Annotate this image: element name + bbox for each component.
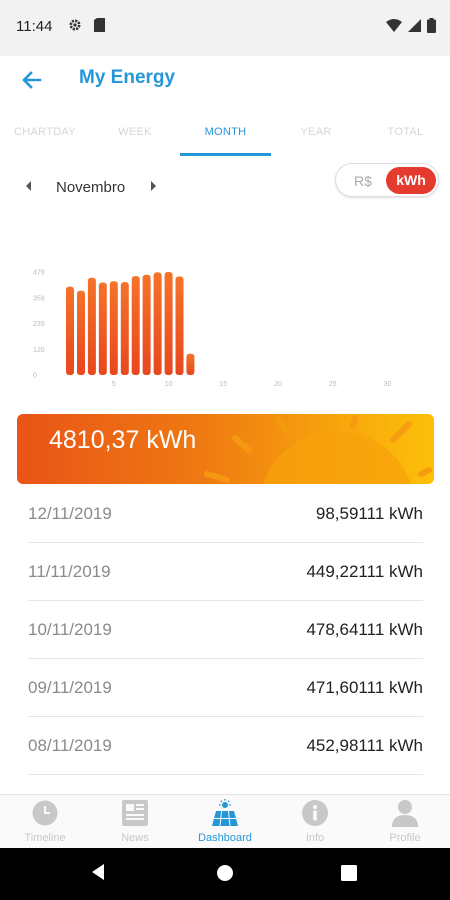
- page-title: My Energy: [79, 67, 176, 88]
- list-item[interactable]: 10/11/2019 478,64111 kWh: [28, 601, 423, 659]
- nav-label: Dashboard: [198, 832, 252, 844]
- list-item-date: 12/11/2019: [28, 504, 112, 523]
- square-recents-icon: [341, 865, 357, 881]
- system-back-button[interactable]: [89, 862, 107, 887]
- circle-home-icon: [217, 865, 233, 881]
- chart-bar: [109, 281, 118, 375]
- chart-bar: [98, 282, 107, 375]
- status-bar: 11:44: [0, 0, 450, 56]
- list-item-date: 09/11/2019: [28, 678, 112, 697]
- clock-icon: [32, 800, 58, 826]
- info-icon: [302, 800, 328, 826]
- monthly-energy-chart: 479 359 239 120 0 5 10 15 20 25 30: [0, 255, 450, 395]
- nav-item-timeline[interactable]: Timeline: [0, 795, 90, 849]
- chart-bar: [131, 276, 140, 375]
- nav-label: News: [121, 832, 149, 844]
- list-item[interactable]: 11/11/2019 449,22111 kWh: [28, 543, 423, 601]
- list-item[interactable]: 09/11/2019 471,60111 kWh: [28, 659, 423, 717]
- chart-bar: [87, 277, 96, 375]
- y-tick-label: 120: [33, 347, 45, 354]
- chart-bar: [142, 274, 151, 375]
- list-item-value: 452,98111 kWh: [306, 736, 423, 755]
- tab-total[interactable]: TOTAL: [361, 118, 450, 158]
- previous-month-button[interactable]: [22, 178, 36, 194]
- list-item-date: 08/11/2019: [28, 736, 112, 755]
- triangle-back-icon: [92, 864, 104, 880]
- unit-toggle: R$ kWh: [335, 163, 439, 197]
- x-tick-label: 25: [329, 381, 337, 388]
- list-item-value: 471,60111 kWh: [306, 678, 423, 697]
- nav-item-profile[interactable]: Profile: [360, 795, 450, 849]
- bottom-navigation: Timeline News Dashboard Info Profile: [0, 794, 450, 848]
- y-tick-label: 239: [33, 321, 45, 328]
- next-month-button[interactable]: [146, 178, 160, 194]
- nav-label: Profile: [389, 832, 421, 844]
- system-home-button[interactable]: [216, 864, 234, 887]
- list-item[interactable]: 12/11/2019 98,59111 kWh: [28, 485, 423, 543]
- wifi-icon: [386, 19, 402, 37]
- arrow-back-icon: [22, 71, 42, 89]
- period-tabs: CHARTDAY WEEK MONTH YEAR TOTAL: [0, 118, 450, 158]
- chevron-right-icon: [151, 181, 156, 191]
- nav-label: Info: [305, 832, 325, 844]
- y-tick-label: 0: [33, 373, 37, 380]
- bar-chart: 479 359 239 120 0 5 10 15 20 25 30: [33, 270, 392, 389]
- solar-panel-icon: [212, 799, 238, 827]
- battery-icon: [427, 18, 436, 38]
- signal-icon: [408, 19, 421, 37]
- nav-item-news[interactable]: News: [90, 795, 180, 849]
- system-recents-button[interactable]: [341, 865, 357, 886]
- x-tick-label: 30: [384, 381, 392, 388]
- chart-bar: [66, 286, 74, 375]
- sim-card-icon: [94, 18, 105, 37]
- tab-year[interactable]: YEAR: [271, 118, 361, 158]
- tab-month[interactable]: MONTH: [180, 118, 271, 158]
- list-item-date: 10/11/2019: [28, 620, 112, 639]
- unit-option-kwh[interactable]: kWh: [386, 167, 436, 194]
- list-item-date: 11/11/2019: [28, 562, 111, 581]
- x-tick-label: 15: [219, 381, 227, 388]
- month-label: Novembro: [56, 179, 126, 196]
- total-energy-value: 4810,37 kWh: [49, 426, 197, 454]
- newspaper-icon: [122, 800, 148, 826]
- tab-week[interactable]: WEEK: [90, 118, 180, 158]
- y-tick-label: 359: [33, 295, 45, 302]
- chart-bar: [77, 290, 85, 375]
- nav-item-dashboard[interactable]: Dashboard: [180, 795, 270, 849]
- nav-item-info[interactable]: Info: [270, 795, 360, 849]
- tab-chartday[interactable]: CHARTDAY: [0, 118, 90, 158]
- x-tick-label: 20: [274, 381, 282, 388]
- nav-label: Timeline: [24, 832, 66, 844]
- chart-bar: [153, 272, 162, 375]
- tab-indicator: [180, 153, 271, 156]
- list-item-value: 98,59111 kWh: [315, 504, 423, 523]
- chart-bar: [164, 272, 173, 375]
- chart-bar: [186, 353, 195, 375]
- back-button[interactable]: [18, 66, 46, 94]
- status-right-icons: [386, 18, 436, 38]
- person-icon: [392, 800, 418, 827]
- list-item-value: 449,22111 kWh: [306, 562, 423, 581]
- y-tick-label: 479: [33, 270, 45, 277]
- x-tick-label: 5: [112, 381, 116, 388]
- system-navigation-bar: [0, 848, 450, 900]
- x-tick-label: 10: [165, 381, 173, 388]
- chart-bar: [175, 276, 184, 375]
- list-item[interactable]: 08/11/2019 452,98111 kWh: [28, 717, 423, 775]
- app-bar: My Energy: [0, 56, 450, 104]
- total-energy-banner: 4810,37 kWh: [17, 414, 434, 484]
- list-item-value: 478,64111 kWh: [306, 620, 423, 639]
- status-time: 11:44: [16, 18, 53, 35]
- chart-bar: [120, 282, 129, 375]
- chevron-left-icon: [26, 181, 31, 191]
- settings-gear-icon: [68, 18, 82, 37]
- unit-option-currency[interactable]: R$: [342, 168, 384, 194]
